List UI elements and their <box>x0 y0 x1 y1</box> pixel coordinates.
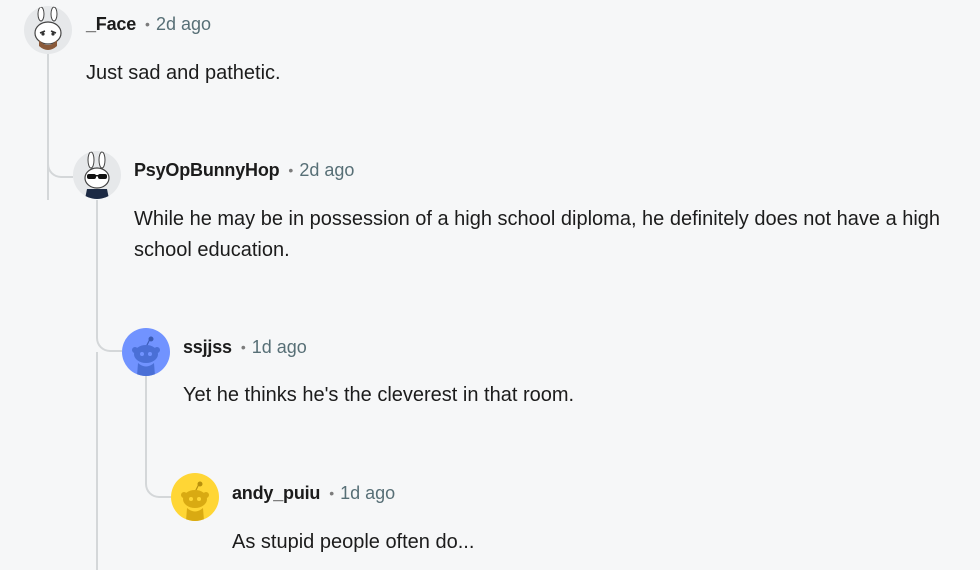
thread-line[interactable] <box>96 200 98 300</box>
thread-line[interactable] <box>145 376 147 446</box>
default-snoo-avatar-yellow-icon <box>171 473 219 521</box>
separator-dot: • <box>329 485 335 501</box>
separator-dot: • <box>288 162 294 178</box>
username[interactable]: andy_puiu <box>232 482 320 504</box>
separator-dot: • <box>240 339 246 355</box>
comment-text: Yet he thinks he's the cleverest in that… <box>183 384 575 406</box>
thread-line[interactable] <box>47 54 49 200</box>
snoo-avatar-face-icon <box>24 6 72 54</box>
comment-text: Just sad and pathetic. <box>86 62 281 84</box>
username[interactable]: PsyOpBunnyHop <box>134 159 280 181</box>
username[interactable]: _Face <box>86 13 136 35</box>
thread-branch <box>145 446 171 498</box>
avatar[interactable] <box>73 151 121 199</box>
timestamp[interactable]: 2d ago <box>299 159 354 181</box>
avatar[interactable] <box>24 6 72 54</box>
username[interactable]: ssjjss <box>183 336 232 358</box>
comment-text: As stupid people often do... <box>232 531 475 553</box>
thread-branch <box>96 300 122 352</box>
snoo-avatar-bunny-sunglasses-icon <box>73 151 121 199</box>
separator-dot: • <box>145 16 150 32</box>
thread-line[interactable] <box>96 352 98 570</box>
avatar[interactable] <box>171 473 219 521</box>
comment-text: While he may be in possession of a high … <box>134 208 941 261</box>
avatar[interactable] <box>122 328 170 376</box>
timestamp[interactable]: 1d ago <box>252 336 307 358</box>
default-snoo-avatar-blue-icon <box>122 328 170 376</box>
thread-branch <box>47 140 73 178</box>
timestamp[interactable]: 1d ago <box>340 482 395 504</box>
timestamp[interactable]: 2d ago <box>156 13 211 35</box>
